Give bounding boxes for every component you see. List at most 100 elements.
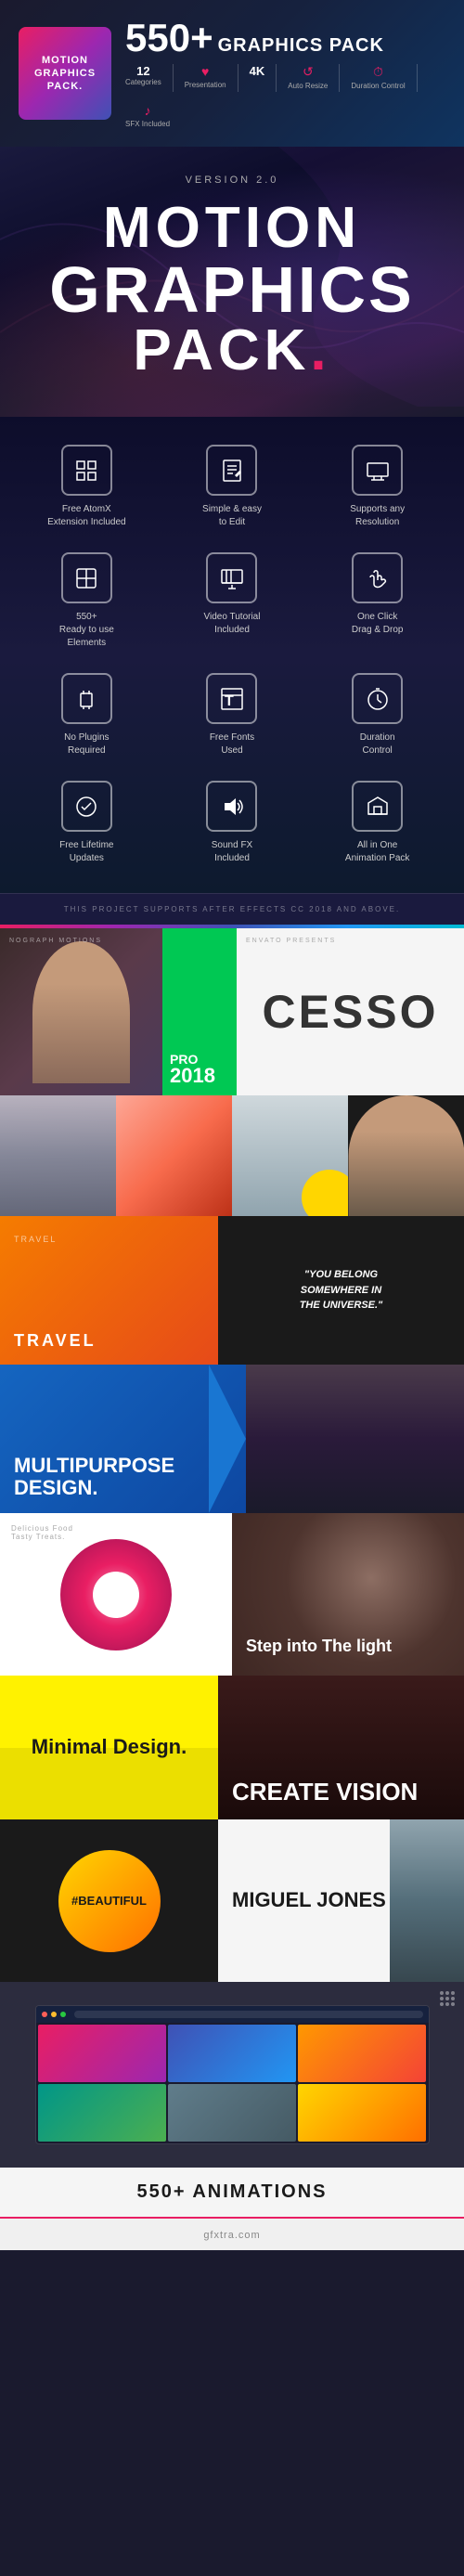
mockup-cell-6 <box>298 2084 426 2142</box>
features-grid: Free AtomXExtension Included Simple & ea… <box>19 445 445 865</box>
feature-tutorial-label: Video TutorialIncluded <box>204 611 261 637</box>
mockup-cell-1 <box>38 2025 166 2082</box>
edit-icon-wrap <box>206 445 257 496</box>
product-motion-text: MOTION <box>34 54 96 67</box>
quote-text: "YOU BELONGSOMEWHERE INTHE UNIVERSE." <box>300 1267 383 1314</box>
beautiful-circle: #BEAUTIFUL <box>58 1850 161 1952</box>
preview-5-donut: Delicious FoodTasty Treats. <box>0 1513 232 1676</box>
preview-6-vision: CREATE VISION <box>218 1676 464 1819</box>
feature-sfx-label: Sound FXIncluded <box>212 839 252 865</box>
product-pack-text: PACK. <box>34 80 96 93</box>
product-box: MOTION GRAPHICS PACK. <box>19 27 111 120</box>
hero-title: MOTION GRAPHICS PACK. <box>49 200 414 380</box>
feature-drag-label: One ClickDrag & Drop <box>352 611 404 637</box>
drag-icon-wrap <box>352 552 403 603</box>
preview-1-person <box>32 941 130 1083</box>
preview-4-multipurpose: MULTIPURPOSEDESIGN. <box>0 1365 246 1513</box>
create-vision-text: CREATE VISION <box>232 1779 418 1806</box>
envato-label: ENVATO PRESENTS <box>246 938 336 944</box>
minimal-text: Minimal Design. <box>32 1735 187 1759</box>
project-note: THIS PROJECT SUPPORTS AFTER EFFECTS CC 2… <box>0 893 464 925</box>
preview-4: MULTIPURPOSEDESIGN. <box>0 1365 464 1513</box>
feature-sfx: Sound FXIncluded <box>164 781 301 865</box>
duration-icon-wrap <box>352 673 403 724</box>
mockup-cell-2 <box>168 2025 296 2082</box>
preview-3-travel-panel: TRAVEL TRAVEL <box>0 1216 218 1365</box>
preview-1-photo-bg <box>0 928 162 1095</box>
feature-duration-label: DurationControl <box>360 731 395 757</box>
preview-8-mockup <box>0 1982 464 2168</box>
features-section: Free AtomXExtension Included Simple & ea… <box>0 417 464 893</box>
site-label: gfxtra.com <box>203 2230 260 2241</box>
preview-5: Delicious FoodTasty Treats. Step into Th… <box>0 1513 464 1676</box>
product-box-content: MOTION GRAPHICS PACK. <box>30 49 100 98</box>
mockup-dot-red <box>42 2012 47 2017</box>
mockup-screen <box>35 2005 430 2144</box>
banner-right: 550+ GRAPHICS PACK 12 Categories ♥ Prese… <box>125 19 445 128</box>
step-into-text: Step into The light <box>246 1637 392 1657</box>
preview-3: TRAVEL TRAVEL "YOU BELONGSOMEWHERE INTHE… <box>0 1216 464 1365</box>
preview-1-year: 2018 <box>170 1066 229 1086</box>
preview-2-col-c <box>232 1095 348 1216</box>
preview-4-photo <box>246 1365 464 1513</box>
sfx-icon-wrap <box>206 781 257 832</box>
mockup-cell-3 <box>298 2025 426 2082</box>
stat-autoresize: ↺ Auto Resize <box>288 64 328 92</box>
hero-pack: PACK. <box>49 322 414 380</box>
fonts-icon-wrap: T <box>206 673 257 724</box>
feature-resolution-label: Supports anyResolution <box>350 503 405 529</box>
donut-hole <box>93 1572 139 1618</box>
feature-fonts: T Free FontsUsed <box>164 673 301 757</box>
feature-drag: One ClickDrag & Drop <box>309 552 445 650</box>
noplugins-icon-wrap <box>61 673 112 724</box>
animations-label: 550+ ANIMATIONS <box>14 2181 450 2203</box>
hero-motion: MOTION <box>49 200 414 257</box>
preview-2-person <box>348 1095 464 1216</box>
preview-container: NOGRAPH MOTIONS PRO 2018 ENVATO PRESENTS… <box>0 928 464 2250</box>
big-number: 550+ <box>125 19 213 58</box>
grid-menu-icon <box>440 1991 455 2006</box>
stat-categories: 12 Categories <box>125 64 161 92</box>
preview-5-light: Step into The light <box>232 1513 464 1676</box>
preview-7: #BEAUTIFUL MIGUEL JONES <box>0 1819 464 1982</box>
pack-title: GRAPHICS PACK <box>218 35 384 57</box>
tutorial-icon-wrap <box>206 552 257 603</box>
feature-allinone: All in OneAnimation Pack <box>309 781 445 865</box>
preview-2 <box>0 1095 464 1216</box>
feature-edit-label: Simple & easyto Edit <box>202 503 262 529</box>
feature-noplugins-label: No PluginsRequired <box>64 731 109 757</box>
preview-7-photo <box>390 1819 464 1982</box>
extension-icon-wrap <box>61 445 112 496</box>
feature-edit: Simple & easyto Edit <box>164 445 301 529</box>
preview-2-col-d <box>348 1095 464 1216</box>
beautiful-tag: #BEAUTIFUL <box>71 1894 147 1908</box>
multipurpose-text: MULTIPURPOSEDESIGN. <box>14 1455 232 1499</box>
mockup-cell-4 <box>38 2084 166 2142</box>
version-label: VERSION 2.0 <box>186 175 279 186</box>
resolution-icon-wrap <box>352 445 403 496</box>
feature-duration: DurationControl <box>309 673 445 757</box>
product-graphics-text: GRAPHICS <box>34 67 96 80</box>
feature-noplugins: No PluginsRequired <box>19 673 155 757</box>
travel-text: TRAVEL <box>14 1331 97 1351</box>
preview-6: Minimal Design. CREATE VISION <box>0 1676 464 1819</box>
preview-6-minimal: Minimal Design. <box>0 1676 218 1819</box>
mockup-topbar <box>36 2006 429 2023</box>
feature-extension: Free AtomXExtension Included <box>19 445 155 529</box>
mockup-content <box>36 2023 429 2143</box>
allinone-icon-wrap <box>352 781 403 832</box>
stat-presentation: ♥ Presentation <box>185 64 226 92</box>
preview-7-beautiful: #BEAUTIFUL <box>0 1819 218 1982</box>
preview-4-photo-bg <box>246 1365 464 1513</box>
stat-4k: 4K <box>250 64 265 92</box>
feature-elements: 550+Ready to useElements <box>19 552 155 650</box>
top-banner: MOTION GRAPHICS PACK. 550+ GRAPHICS PACK… <box>0 0 464 147</box>
feature-elements-label: 550+Ready to useElements <box>59 611 114 650</box>
preview-2-col-a <box>0 1095 116 1216</box>
elements-icon-wrap <box>61 552 112 603</box>
mockup-dot-yellow <box>51 2012 57 2017</box>
main-hero: VERSION 2.0 MOTION GRAPHICS PACK. <box>0 147 464 417</box>
feature-fonts-label: Free FontsUsed <box>210 731 254 757</box>
preview-1-photo: NOGRAPH MOTIONS <box>0 928 162 1095</box>
stat-duration: ⏱ Duration Control <box>351 64 405 92</box>
